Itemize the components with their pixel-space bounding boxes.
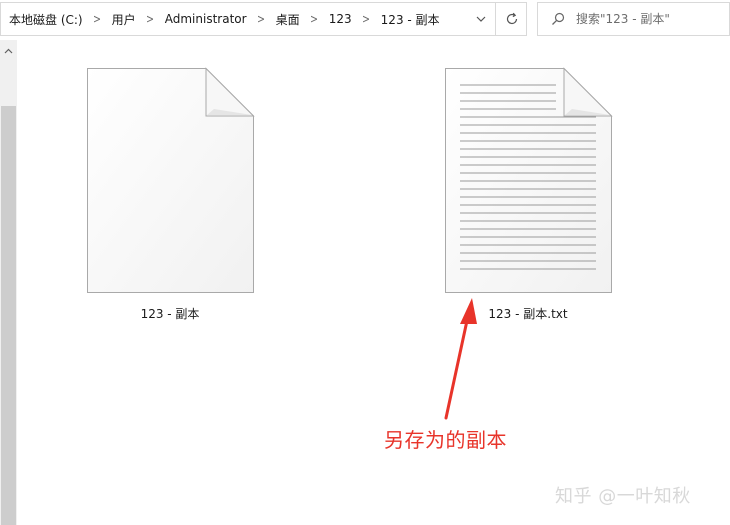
vertical-scrollbar[interactable] <box>0 40 17 525</box>
breadcrumb-item-desktop[interactable]: 桌面 <box>276 11 300 28</box>
annotation-arrow-icon <box>444 298 477 420</box>
breadcrumb-item-users[interactable]: 用户 <box>112 11 136 28</box>
chevron-down-icon[interactable] <box>467 3 495 35</box>
chevron-right-icon[interactable]: > <box>257 12 265 26</box>
address-bar[interactable]: 本地磁盘 (C:) > 用户 > Administrator > 桌面 > 12… <box>0 2 527 36</box>
breadcrumb-item-123-copy[interactable]: 123 - 副本 <box>381 11 440 28</box>
breadcrumb-item-drive[interactable]: 本地磁盘 (C:) <box>9 11 83 28</box>
chevron-right-icon[interactable]: > <box>362 12 370 26</box>
breadcrumb: 本地磁盘 (C:) > 用户 > Administrator > 桌面 > 12… <box>9 3 440 35</box>
search-icon <box>552 12 565 25</box>
file-name: 123 - 副本 <box>140 307 200 321</box>
scroll-up-icon[interactable] <box>0 44 17 58</box>
chevron-right-icon[interactable]: > <box>146 12 154 26</box>
file-item[interactable]: 123 - 副本.txt <box>418 65 638 325</box>
scrollbar-thumb[interactable] <box>1 106 16 525</box>
annotation-label: 另存为的副本 <box>384 428 507 452</box>
address-divider <box>495 3 496 35</box>
search-input[interactable]: 搜索"123 - 副本" <box>537 2 730 36</box>
chevron-right-icon[interactable]: > <box>93 12 101 26</box>
breadcrumb-item-123[interactable]: 123 <box>329 12 352 26</box>
breadcrumb-item-administrator[interactable]: Administrator <box>165 12 247 26</box>
watermark: 知乎 @一叶知秋 <box>555 486 691 507</box>
chevron-right-icon[interactable]: > <box>310 12 318 26</box>
blank-file-icon <box>87 67 255 293</box>
file-item[interactable]: 123 - 副本 <box>60 65 280 325</box>
search-placeholder: 搜索"123 - 副本" <box>576 12 670 26</box>
refresh-button[interactable] <box>497 3 527 35</box>
text-file-icon <box>445 67 613 293</box>
refresh-icon <box>506 12 518 25</box>
